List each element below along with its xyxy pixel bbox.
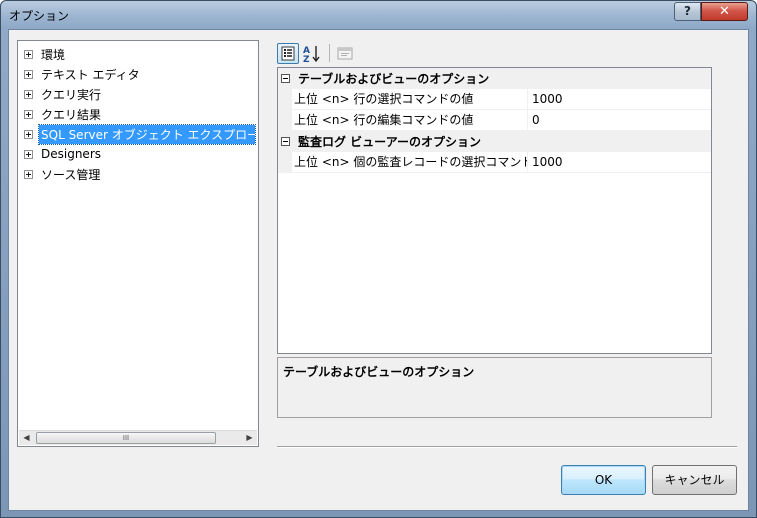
title-bar[interactable]: オプション ? ✕	[1, 1, 756, 29]
property-name: 上位 <n> 行の選択コマンドの値	[292, 89, 528, 110]
tree-item-label: クエリ実行	[41, 87, 102, 102]
options-dialog: オプション ? ✕ 環境 テキスト エディタ クエリ実行 クエリ結果 SQL S…	[0, 0, 757, 518]
tree-item-label: 環境	[41, 47, 66, 62]
row-gutter	[278, 110, 292, 131]
property-name: 上位 <n> 個の監査レコードの選択コマンドの値	[292, 152, 528, 173]
expand-icon[interactable]	[24, 49, 33, 59]
tree-item-label: SQL Server オブジェクト エクスプローラー	[38, 123, 256, 145]
expand-icon[interactable]	[24, 149, 33, 159]
category-table-view-options[interactable]: テーブルおよびビューのオプション	[278, 68, 711, 89]
description-title: テーブルおよびビューのオプション	[283, 365, 475, 379]
property-row[interactable]: 上位 <n> 行の選択コマンドの値 1000	[278, 89, 711, 110]
category-label: テーブルおよびビューのオプション	[298, 72, 490, 86]
expand-icon[interactable]	[24, 109, 33, 119]
tree-item-query-results[interactable]: クエリ結果	[24, 105, 103, 123]
window-title: オプション	[9, 9, 70, 23]
tree-item-label: テキスト エディタ	[41, 67, 140, 82]
category-label: 監査ログ ビューアーのオプション	[298, 135, 481, 149]
tree-item-text-editor[interactable]: テキスト エディタ	[24, 65, 142, 83]
ok-button[interactable]: OK	[561, 465, 646, 495]
horizontal-scrollbar[interactable]: ◀ III ▶	[19, 430, 257, 445]
help-button[interactable]: ?	[674, 2, 701, 21]
property-pages-button[interactable]	[334, 43, 356, 64]
category-audit-log-viewer-options[interactable]: 監査ログ ビューアーのオプション	[278, 131, 711, 152]
collapse-icon[interactable]	[281, 137, 290, 146]
scroll-thumb[interactable]: III	[36, 432, 216, 444]
options-tree: 環境 テキスト エディタ クエリ実行 クエリ結果 SQL Server オブジェ…	[17, 40, 259, 447]
scroll-right-icon[interactable]: ▶	[242, 431, 257, 445]
tree-item-source-control[interactable]: ソース管理	[24, 165, 102, 183]
property-value[interactable]: 0	[528, 110, 711, 131]
dialog-client-area: 環境 テキスト エディタ クエリ実行 クエリ結果 SQL Server オブジェ…	[8, 29, 749, 511]
property-row[interactable]: 上位 <n> 行の編集コマンドの値 0	[278, 110, 711, 131]
expand-icon[interactable]	[24, 129, 33, 139]
sort-az-icon: A Z	[303, 45, 320, 64]
tree-item-environment[interactable]: 環境	[24, 45, 67, 63]
tree-item-label: ソース管理	[41, 167, 101, 182]
expand-icon[interactable]	[24, 169, 33, 179]
property-value[interactable]: 1000	[528, 89, 711, 110]
property-pages-icon	[337, 47, 353, 59]
description-pane: テーブルおよびビューのオプション	[277, 357, 712, 418]
collapse-icon[interactable]	[281, 74, 290, 83]
categorized-button[interactable]	[277, 42, 299, 64]
close-button[interactable]: ✕	[701, 2, 748, 21]
property-grid: テーブルおよびビューのオプション 上位 <n> 行の選択コマンドの値 1000 …	[277, 67, 712, 354]
tree-item-sql-server-object-explorer[interactable]: SQL Server オブジェクト エクスプローラー	[24, 123, 256, 145]
tree-item-designers[interactable]: Designers	[24, 145, 103, 163]
row-gutter	[278, 152, 292, 173]
scroll-left-icon[interactable]: ◀	[19, 431, 34, 445]
alphabetical-button[interactable]: A Z	[301, 43, 323, 64]
property-value[interactable]: 1000	[528, 152, 711, 173]
expand-icon[interactable]	[24, 69, 33, 79]
property-row[interactable]: 上位 <n> 個の監査レコードの選択コマンドの値 1000	[278, 152, 711, 173]
svg-text:Z: Z	[303, 55, 310, 64]
property-name: 上位 <n> 行の編集コマンドの値	[292, 110, 528, 131]
button-divider	[277, 446, 737, 448]
cancel-button[interactable]: キャンセル	[652, 465, 737, 495]
categorized-icon	[281, 46, 295, 60]
expand-icon[interactable]	[24, 89, 33, 99]
property-toolbar: A Z	[277, 42, 358, 64]
tree-item-label: Designers	[41, 147, 101, 161]
tree-item-query-execution[interactable]: クエリ実行	[24, 85, 103, 103]
tree-item-label: クエリ結果	[41, 107, 102, 122]
toolbar-separator	[329, 44, 330, 62]
row-gutter	[278, 89, 292, 110]
